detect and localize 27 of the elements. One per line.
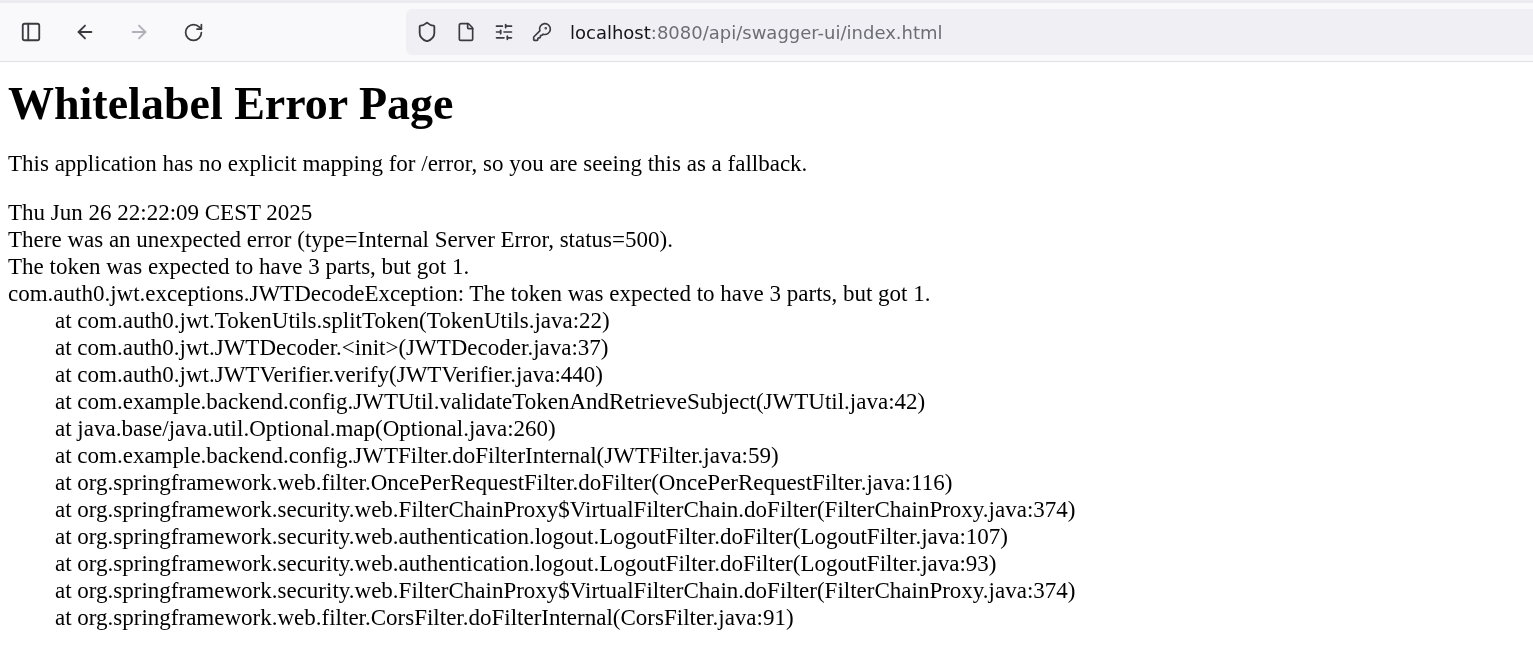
error-detail: com.auth0.jwt.exceptions.JWTDecodeException: The token was expected to have 3 parts, but got 1. [8,280,932,307]
page-icon[interactable] [456,22,476,42]
page-title: Whitelabel Error Page [8,78,455,130]
address-bar[interactable]: localhost:8080/api/swagger-ui/index.html [406,9,1533,55]
error-message: This application has no explicit mapping for /error, so you are seeing this as a fallback. [8,150,809,177]
stack-trace-line: at org.springframework.security.web.authentication.logout.LogoutFilter.doFilter(LogoutFilter.java:107) [54,523,1010,550]
key-icon[interactable] [532,22,552,42]
stack-trace-line: at com.auth0.jwt.JWTVerifier.verify(JWTVerifier.java:440) [54,361,604,388]
stack-trace-line: at org.springframework.security.web.FilterChainProxy$VirtualFilterChain.doFilter(FilterChainProxy.java:374) [54,577,1077,604]
stack-trace-line: at com.auth0.jwt.TokenUtils.splitToken(TokenUtils.java:22) [54,307,611,334]
sidebar-icon[interactable] [20,21,42,43]
stack-trace-line: at java.base/java.util.Optional.map(Optional.java:260) [54,415,557,442]
stack-trace-line: at com.example.backend.config.JWTUtil.validateTokenAndRetrieveSubject(JWTUtil.java:42) [54,388,927,415]
stack-trace-line: at com.example.backend.config.JWTFilter.doFilterInternal(JWTFilter.java:59) [54,442,780,469]
shield-icon[interactable] [416,21,438,43]
reload-icon[interactable] [182,21,204,43]
stack-trace-line: at org.springframework.web.filter.OncePerRequestFilter.doFilter(OncePerRequestFilter.java:116) [54,469,954,496]
sliders-icon[interactable] [494,22,514,42]
stack-trace-line: at com.auth0.jwt.JWTDecoder.<init>(JWTDecoder.java:37) [54,334,610,361]
url-host: localhost [570,21,651,43]
error-detail: The token was expected to have 3 parts, but got 1. [8,253,471,280]
stack-trace-line: at org.springframework.security.web.authentication.logout.LogoutFilter.doFilter(LogoutFilter.java:93) [54,550,998,577]
error-detail: There was an unexpected error (type=Internal Server Error, status=500). [8,226,674,253]
stack-trace-line: at org.springframework.web.filter.CorsFilter.doFilterInternal(CorsFilter.java:91) [54,604,795,631]
stack-trace-line: at org.springframework.security.web.FilterChainProxy$VirtualFilterChain.doFilter(FilterChainProxy.java:374) [54,496,1077,523]
url-path: :8080/api/swagger-ui/index.html [650,21,943,43]
error-detail: Thu Jun 26 22:22:09 CEST 2025 [8,199,314,226]
